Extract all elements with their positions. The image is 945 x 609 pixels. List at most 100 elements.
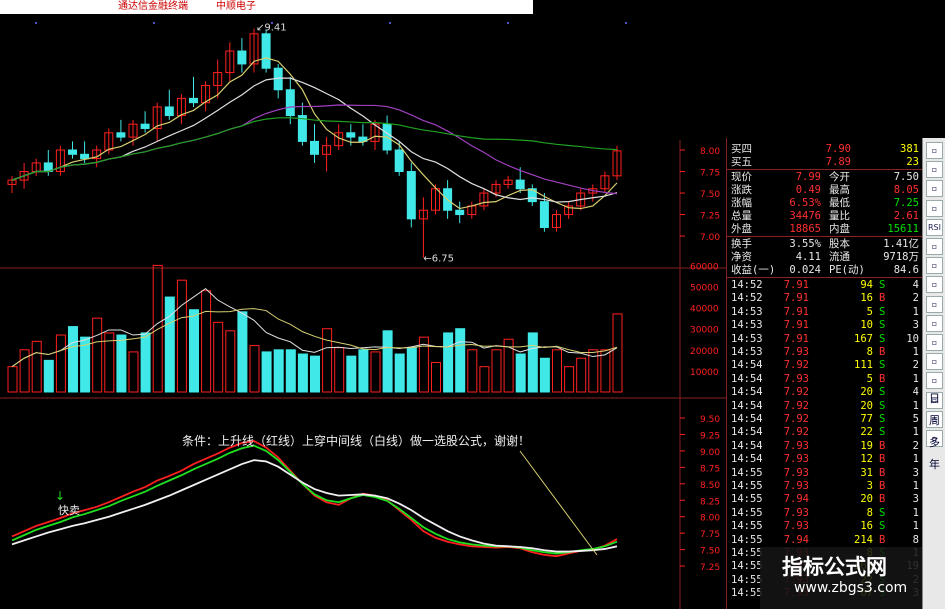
quote-cell: 7.92 — [783, 399, 809, 412]
quote-cell: 14:55 — [731, 547, 763, 559]
quote-cell: 5 — [912, 413, 919, 425]
quote-cell: 14:53 — [731, 332, 763, 345]
compare-icon[interactable]: ▫ — [926, 180, 943, 198]
quote-cell: 4 — [912, 386, 919, 399]
quote-cell: 7.25 — [893, 197, 919, 209]
quote-cell: 最低 — [829, 197, 850, 209]
quote-cell: 1.41亿 — [883, 238, 919, 250]
quote-cell: 7.92 — [783, 359, 809, 372]
list-icon[interactable]: ▫ — [926, 334, 943, 351]
volume-bar — [443, 332, 454, 393]
stat-row: 外盘 18865 内盘 15611 — [729, 222, 921, 236]
quote-cell: 7.94 — [783, 493, 809, 506]
candle-body — [515, 179, 525, 190]
candle-body — [406, 171, 416, 220]
volume-bar — [213, 321, 224, 393]
quote-cell: 8 — [866, 506, 873, 519]
volume-bar — [564, 366, 575, 393]
ask-row: 买五 7.89 23 — [729, 155, 921, 169]
rsi-icon[interactable]: RSI — [926, 218, 943, 236]
volume-tick-label: 60000 — [690, 262, 719, 272]
quote-cell: 31 — [860, 466, 873, 479]
trend-icon[interactable]: ▫ — [926, 161, 943, 179]
tick-row: 14:55 7.93 3 B 1 — [729, 479, 921, 493]
quote-cell: 14:55 — [731, 560, 763, 573]
grid-icon[interactable]: ▫ — [926, 276, 943, 294]
candle-body — [261, 33, 271, 69]
quote-cell: 111 — [854, 359, 873, 372]
quote-cell: 7.91 — [783, 319, 809, 332]
volume-bar — [310, 355, 320, 393]
quote-cell: 5 — [866, 305, 873, 318]
quote-cell: 94 — [860, 279, 873, 291]
play-icon[interactable]: ▫ — [926, 295, 943, 313]
quote-cell: S — [879, 305, 886, 318]
tick-row: 14:54 7.92 20 S 1 — [729, 399, 921, 413]
period-0-button[interactable]: 日 — [923, 390, 945, 406]
indicator-tick-label: 7.50 — [700, 547, 720, 557]
refresh-icon[interactable]: ▫ — [926, 199, 943, 217]
candle-body — [310, 140, 319, 155]
volume-bar — [176, 279, 187, 393]
period-3-button[interactable]: 年 — [923, 456, 945, 472]
quote-cell: 7.89 — [825, 156, 851, 168]
volume-bar — [201, 290, 212, 393]
stat-row: 现价 7.99 今开 7.50 — [729, 170, 921, 184]
quote-cell: 22 — [860, 426, 873, 439]
quote-cell: S — [879, 413, 886, 425]
volume-bar — [43, 359, 54, 393]
indicator-line — [11, 440, 618, 558]
quote-cell: 3 — [912, 466, 919, 479]
chart-area[interactable]: 8.00 7.75 7.50 7.25 7.00 ↙9.41 ←6.75 60000 50000… — [0, 0, 726, 609]
period-1-button[interactable]: 周 — [923, 412, 945, 428]
price-tick-label: 7.50 — [700, 190, 720, 200]
arrow-icon[interactable]: ▫ — [926, 353, 943, 371]
book-icon[interactable]: ▫ — [926, 372, 943, 390]
quote-cell: S — [879, 359, 886, 372]
quote-cell: 7.93 — [783, 372, 809, 385]
quote-cell: 1 — [912, 480, 919, 492]
volume-bar — [104, 332, 115, 393]
quote-cell: 4 — [912, 279, 919, 291]
quote-cell: 7.93 — [783, 439, 809, 452]
quote-cell: 2 — [912, 439, 919, 452]
quote-cell: 14:55 — [731, 533, 763, 546]
volume-ma-line — [11, 287, 618, 368]
search-icon[interactable]: ▫ — [926, 238, 943, 255]
quote-cell: 14:52 — [731, 292, 763, 305]
quote-cell: 19 — [860, 439, 873, 452]
volume-bar — [491, 349, 502, 393]
volume-bar — [237, 311, 248, 393]
indicator-tick-label: 7.75 — [700, 530, 720, 540]
tick-row: 14:55 7.93 16 S 1 — [729, 519, 921, 533]
quote-cell: B — [879, 493, 886, 506]
quote-cell: 14:55 — [731, 493, 763, 506]
quote-panel: 买四 7.90 381 买五 7.89 23 现价 7.99 今开 7.50 涨跌 0.49 最高 8.0… — [726, 138, 923, 609]
quote-cell: B — [879, 292, 886, 305]
quote-cell: 14:54 — [731, 426, 763, 439]
volume-bar — [467, 349, 478, 393]
quote-cell: 外盘 — [731, 223, 752, 235]
volume-tick-label: 10000 — [690, 368, 719, 378]
candle-body — [285, 89, 295, 117]
quote-cell: 14:54 — [731, 413, 763, 425]
quote-cell: 8 — [866, 346, 873, 358]
candle-body — [189, 97, 198, 104]
quote-cell: 14:54 — [731, 386, 763, 399]
quote-cell: 14:53 — [731, 305, 763, 318]
quote-cell: 今开 — [829, 171, 850, 183]
settings-icon[interactable]: ▫ — [926, 314, 943, 332]
quote-cell: 3 — [912, 493, 919, 506]
quote-cell: 1 — [912, 399, 919, 412]
candle-body — [116, 132, 126, 138]
quote-cell: S — [879, 520, 886, 533]
candle-body — [394, 149, 404, 173]
quote-cell: 14:54 — [731, 453, 763, 466]
period-2-button[interactable]: 多 — [923, 434, 945, 450]
chart-icon[interactable]: ▫ — [926, 142, 943, 159]
tick-row: 14:55 7.93 8S 1 — [729, 506, 921, 520]
tick-row: 14:54 7.93 5 B 1 — [729, 372, 921, 386]
quote-cell: 现价 — [731, 171, 752, 183]
edit-icon[interactable]: ▫ — [926, 257, 943, 275]
tick-row: 14:53 7.91 5 S 1 — [729, 305, 921, 319]
